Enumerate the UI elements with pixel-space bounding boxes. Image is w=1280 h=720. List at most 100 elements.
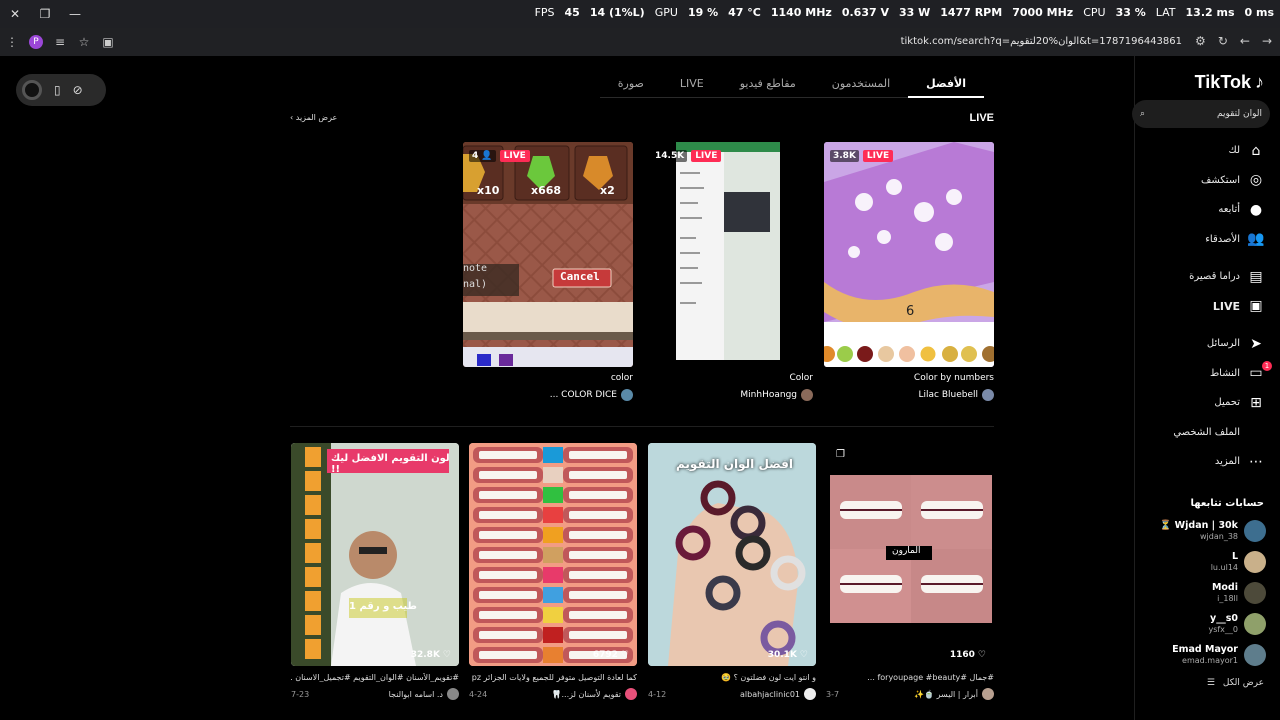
video-thumbnail: [291, 443, 459, 666]
author[interactable]: أبرار | اليسر 🍵✨: [914, 688, 994, 700]
teeth-shape: [569, 591, 627, 599]
author-avatar: [982, 688, 994, 700]
author-name: د. اسامه ابوالنجا: [388, 689, 443, 699]
sidebar-item-explore[interactable]: ◎ استكشف: [1134, 166, 1280, 196]
followed-account[interactable]: Modi i_18ll: [1136, 578, 1266, 608]
sidebar-item-more[interactable]: ⋯ المزيد: [1134, 447, 1280, 477]
heart-icon: ♡: [977, 650, 986, 660]
teeth-shape: [479, 491, 537, 499]
sidebar-item-home[interactable]: ⌂ لك: [1134, 136, 1280, 166]
followed-account[interactable]: Llu.ul14: [1136, 547, 1266, 577]
sidebar-item-friends[interactable]: 👥 الأصدقاء: [1134, 225, 1280, 255]
account-name: Wjdan | 30k ⏳: [1159, 520, 1238, 531]
image-post-icon: ❐: [836, 449, 845, 460]
sidebar-item-short-drama[interactable]: ▤ دراما قصيرة: [1134, 262, 1280, 292]
followed-account[interactable]: Wjdan | 30k ⏳ wjdan_38: [1136, 516, 1266, 546]
sidebar-item-following[interactable]: ● أتابعه: [1134, 195, 1280, 225]
account-handle: i_18ll: [1217, 594, 1238, 603]
sidebar-item-label: المزيد: [1214, 456, 1240, 468]
video-caption[interactable]: #جمال #foryoupage #beauty ...: [826, 673, 994, 682]
search-input[interactable]: الوان لتقويم ⌕: [1132, 100, 1270, 128]
site-settings-icon[interactable]: ⚙: [1195, 34, 1206, 48]
see-all-link[interactable]: عرض الكل ☰: [1207, 678, 1264, 688]
avatar: [1244, 582, 1266, 604]
compass-icon[interactable]: ⊘: [73, 83, 83, 97]
viewer-count: 14.5K: [652, 150, 688, 162]
sidebar-item-activity[interactable]: ▭ 1 النشاط: [1134, 359, 1280, 389]
viewer-count: 3.8K: [830, 150, 859, 162]
color-label-swatch: [543, 607, 563, 623]
live-label: LIVE: [691, 150, 722, 162]
video-caption[interactable]: و انتو ايت لون فضلتون ؟ 🥹: [648, 673, 816, 682]
user-avatar: [982, 389, 994, 401]
forward-icon[interactable]: →: [1262, 34, 1272, 48]
menu-dots-icon[interactable]: ⋮: [0, 35, 24, 49]
author[interactable]: albahjaclinic01: [740, 688, 816, 700]
sidebar-item-upload[interactable]: ⊞ تحميل: [1134, 388, 1280, 418]
performance-overlay: FPS 45 14 (1%L) GPU 19 % 47 °C 1140 MHz …: [535, 6, 1274, 19]
video-meta: 7-23 د. اسامه ابوالنجا: [291, 688, 459, 700]
record-icon[interactable]: [22, 80, 42, 100]
author[interactable]: د. اسامه ابوالنجا: [389, 688, 459, 700]
more-icon: ⋯: [1249, 453, 1263, 470]
restore-window-icon[interactable]: ❐: [30, 7, 60, 21]
tab-users[interactable]: المستخدمون: [814, 74, 908, 98]
search-icon[interactable]: ⌕: [1140, 109, 1145, 119]
tab-live[interactable]: LIVE: [662, 74, 722, 98]
video-card[interactable]: لون التقويم الافضل ليك !! طيب و رقم 1 32…: [291, 443, 459, 666]
live-card[interactable]: x10 x668 x2 Cancel note nal) 4 👤 LIVE: [463, 142, 633, 367]
views-value: 1160: [949, 650, 975, 660]
bookmark-star-icon[interactable]: ☆: [72, 35, 96, 49]
teeth-shape: [479, 471, 537, 479]
followed-account[interactable]: Emad Mayor emad.mayor1: [1136, 640, 1266, 670]
tab-top[interactable]: الأفضل: [908, 74, 984, 98]
account-handle: wjdan_38: [1200, 532, 1238, 541]
sidebar-item-live[interactable]: ▣ LIVE: [1134, 292, 1280, 322]
video-caption[interactable]: #تقويم_الأسنان #الوان_التقويم #تجميل_الا…: [291, 673, 459, 682]
author-avatar: [447, 688, 459, 700]
live-user[interactable]: COLOR DICE ...: [463, 389, 633, 401]
view-count: 32.8K ♡: [411, 650, 451, 660]
account-text: y__s0 ysfx__0: [1208, 613, 1238, 635]
post-date: 3-7: [826, 689, 840, 699]
view-count: 1160 ♡: [950, 650, 986, 660]
video-overlay-text: لون التقويم الافضل ليك !!: [331, 453, 450, 475]
video-meta: 4-24 تقويم لأسنان لز...🦷: [469, 688, 637, 700]
phone-icon[interactable]: ▯: [54, 83, 61, 97]
sidebar-item-profile[interactable]: الملف الشخصي: [1134, 418, 1280, 448]
gpu-label: GPU: [654, 6, 678, 19]
teeth-shape: [569, 571, 627, 579]
author-avatar: [804, 688, 816, 700]
see-more-link[interactable]: ‹ عرض المزيد: [290, 113, 337, 122]
sidebar-item-label: الأصدقاء: [1205, 233, 1240, 245]
short-drama-icon: ▤: [1249, 268, 1263, 285]
sidebar-item-label: استكشف: [1201, 174, 1240, 186]
followed-account[interactable]: y__s0 ysfx__0: [1136, 609, 1266, 639]
address-field[interactable]: tiktok.com/search?q=الوان%20لتقويم&t=178…: [901, 36, 1182, 47]
upload-icon: ⊞: [1250, 394, 1262, 411]
live-card[interactable]: 6 3.8K LIVE: [824, 142, 994, 367]
tiktok-logo[interactable]: ♪ TikTok: [1195, 72, 1264, 93]
tab-photos[interactable]: صورة: [600, 74, 662, 98]
sidebar-item-messages[interactable]: ➤ الرسائل: [1134, 329, 1280, 359]
live-card[interactable]: 14.5K LIVE: [646, 142, 816, 367]
tab-videos[interactable]: مقاطع فيديو: [722, 74, 814, 98]
color-number: 6: [906, 304, 915, 319]
video-caption[interactable]: كما لعادة التوصيل متوفر للجميع ولايات ال…: [469, 673, 637, 682]
close-window-icon[interactable]: ✕: [0, 7, 30, 21]
back-icon[interactable]: ←: [1240, 34, 1250, 48]
profile-avatar[interactable]: P: [29, 35, 43, 49]
video-card[interactable]: المارون ❐ 1160 ♡: [826, 443, 994, 666]
live-user[interactable]: Lilac Bluebell: [824, 389, 994, 401]
reload-icon[interactable]: ↻: [1218, 34, 1228, 48]
search-query: الوان لتقويم: [1216, 109, 1262, 119]
author[interactable]: تقويم لأسنان لز...🦷: [552, 688, 637, 700]
live-user[interactable]: MinhHoangg: [646, 389, 813, 401]
video-card[interactable]: افضل الوان التقويم 30.1K ♡: [648, 443, 816, 666]
extensions-icon[interactable]: ▣: [96, 35, 120, 49]
account-text: Emad Mayor emad.mayor1: [1172, 644, 1238, 666]
video-card[interactable]: 6792 ♡: [469, 443, 637, 666]
reading-list-icon[interactable]: ≡: [48, 35, 72, 49]
color-label-swatch: [543, 647, 563, 663]
minimize-window-icon[interactable]: —: [60, 7, 90, 21]
